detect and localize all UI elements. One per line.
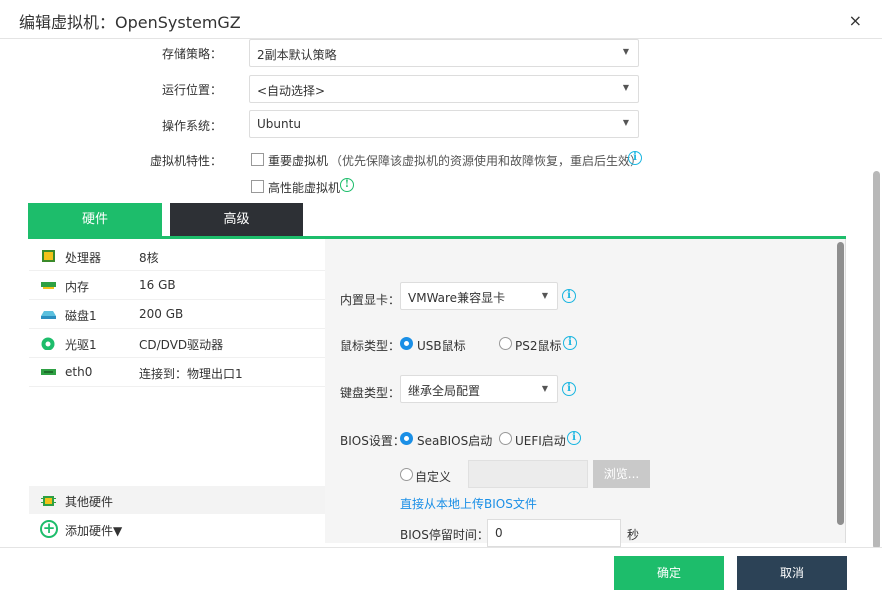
chevron-down-icon: ▼ [541, 384, 548, 393]
chevron-down-icon: ▼ [622, 118, 629, 127]
high-perf-vm-checkbox[interactable] [251, 180, 264, 193]
important-vm-label: 重要虚拟机 [268, 154, 329, 168]
info-icon[interactable]: i [628, 151, 642, 165]
hardware-item-value: 200 GB [139, 307, 184, 321]
mouse-type-label: 鼠标类型： [340, 339, 401, 353]
add-hardware-label: 添加硬件▼ [65, 524, 123, 538]
mouse-ps2-radio[interactable] [499, 337, 512, 350]
chevron-down-icon: ▼ [622, 47, 629, 56]
hardware-item-name: 光驱1 [65, 338, 97, 352]
other-hardware-icon [41, 496, 56, 506]
info-icon[interactable]: i [567, 431, 581, 445]
run-location-value: <自动选择> [257, 84, 326, 98]
add-circle-icon: + [40, 520, 58, 538]
run-location-label: 运行位置： [161, 83, 222, 97]
keyboard-value: 继承全局配置 [408, 384, 481, 398]
dialog-content: 存储策略： 2副本默认策略 ▼ 运行位置： <自动选择> ▼ 操作系统： Ubu… [0, 39, 882, 547]
run-location-select[interactable]: <自动选择> ▼ [249, 75, 639, 103]
bios-delay-value: 0 [495, 526, 503, 540]
main-scrollbar[interactable] [873, 171, 880, 547]
hardware-item-value: 8核 [139, 251, 159, 265]
tab-advanced[interactable]: 高级 [170, 203, 303, 236]
os-value: Ubuntu [257, 117, 301, 131]
browse-button[interactable]: 浏览... [593, 460, 650, 488]
bios-custom-label: 自定义 [415, 470, 452, 484]
hardware-item-value: CD/DVD驱动器 [139, 338, 224, 352]
bios-seabios-radio[interactable] [400, 432, 413, 445]
important-vm-checkbox[interactable] [251, 153, 264, 166]
mouse-ps2-label: PS2鼠标 [515, 339, 562, 353]
upload-bios-link[interactable]: 直接从本地上传BIOS文件 [400, 495, 537, 512]
hardware-item-name: 处理器 [65, 251, 102, 265]
hardware-item-optical[interactable]: 光驱1 CD/DVD驱动器 [29, 329, 325, 358]
bios-file-input[interactable] [468, 460, 588, 488]
other-hardware-row[interactable]: 其他硬件 [29, 486, 325, 514]
vm-features-label: 虚拟机特性： [149, 154, 222, 168]
hardware-item-value: 连接到：物理出口1 [139, 367, 243, 381]
mouse-usb-radio[interactable] [400, 337, 413, 350]
other-hardware-label: 其他硬件 [65, 495, 114, 509]
bios-delay-label: BIOS停留时间： [400, 528, 489, 542]
graphics-select[interactable]: VMWare兼容显卡 ▼ [400, 282, 558, 310]
hardware-item-name: 磁盘1 [65, 309, 97, 323]
os-select[interactable]: Ubuntu ▼ [249, 110, 639, 138]
storage-policy-select[interactable]: 2副本默认策略 ▼ [249, 39, 639, 67]
close-icon[interactable]: × [849, 11, 862, 30]
info-icon[interactable]: i [562, 382, 576, 396]
important-vm-note: （优先保障该虚拟机的资源使用和故障恢复，重启后生效） [330, 154, 643, 168]
hardware-detail-panel: 内置显卡： VMWare兼容显卡 ▼ i 鼠标类型： USB鼠标 PS2鼠标 i… [325, 239, 846, 547]
hardware-item-name: 内存 [65, 280, 90, 294]
hardware-item-value: 16 GB [139, 278, 176, 292]
high-perf-vm-label: 高性能虚拟机 [268, 181, 341, 195]
dialog-footer: 确定 取消 [0, 547, 882, 594]
hardware-item-disk[interactable]: 磁盘1 200 GB [29, 300, 325, 329]
optical-drive-icon [41, 337, 55, 350]
cancel-button[interactable]: 取消 [737, 556, 847, 590]
graphics-label: 内置显卡： [340, 293, 401, 307]
dialog-title-bar: 编辑虚拟机：OpenSystemGZ × [0, 0, 882, 39]
network-icon [41, 369, 56, 375]
hardware-item-memory[interactable]: 内存 16 GB [29, 271, 325, 300]
ok-button[interactable]: 确定 [614, 556, 724, 590]
add-hardware-button[interactable]: + 添加硬件▼ [29, 515, 325, 544]
keyboard-type-label: 键盘类型： [340, 386, 401, 400]
chevron-down-icon: ▼ [541, 291, 548, 300]
graphics-value: VMWare兼容显卡 [408, 291, 506, 305]
hardware-list: 处理器 8核 内存 16 GB 磁盘1 200 GB 光驱1 CD/DVD驱动器… [29, 239, 325, 543]
hardware-item-cpu[interactable]: 处理器 8核 [29, 242, 325, 271]
bios-label: BIOS设置： [340, 434, 405, 448]
storage-policy-value: 2副本默认策略 [257, 48, 337, 62]
hardware-item-network[interactable]: eth0 连接到：物理出口1 [29, 358, 325, 387]
bios-seabios-label: SeaBIOS启动 [417, 434, 493, 448]
bios-uefi-radio[interactable] [499, 432, 512, 445]
detail-scrollbar[interactable] [837, 242, 844, 525]
dialog-title: 编辑虚拟机：OpenSystemGZ [19, 13, 241, 32]
chevron-down-icon: ▼ [622, 83, 629, 92]
keyboard-select[interactable]: 继承全局配置 ▼ [400, 375, 558, 403]
disk-icon [41, 311, 56, 319]
cpu-icon [42, 250, 55, 262]
bios-delay-input[interactable]: 0 [487, 519, 621, 547]
edit-vm-dialog: 编辑虚拟机：OpenSystemGZ × 存储策略： 2副本默认策略 ▼ 运行位… [0, 0, 882, 594]
bios-delay-unit: 秒 [627, 528, 640, 542]
bios-uefi-label: UEFI启动 [515, 434, 566, 448]
mouse-usb-label: USB鼠标 [417, 339, 466, 353]
bios-custom-radio[interactable] [400, 468, 413, 481]
info-icon[interactable]: i [562, 289, 576, 303]
tab-hardware[interactable]: 硬件 [28, 203, 162, 236]
hardware-item-name: eth0 [65, 365, 93, 379]
info-icon[interactable]: i [563, 336, 577, 350]
storage-policy-label: 存储策略： [161, 47, 222, 61]
info-icon[interactable]: ! [340, 178, 354, 192]
memory-icon [41, 282, 56, 289]
os-label: 操作系统： [161, 119, 222, 133]
